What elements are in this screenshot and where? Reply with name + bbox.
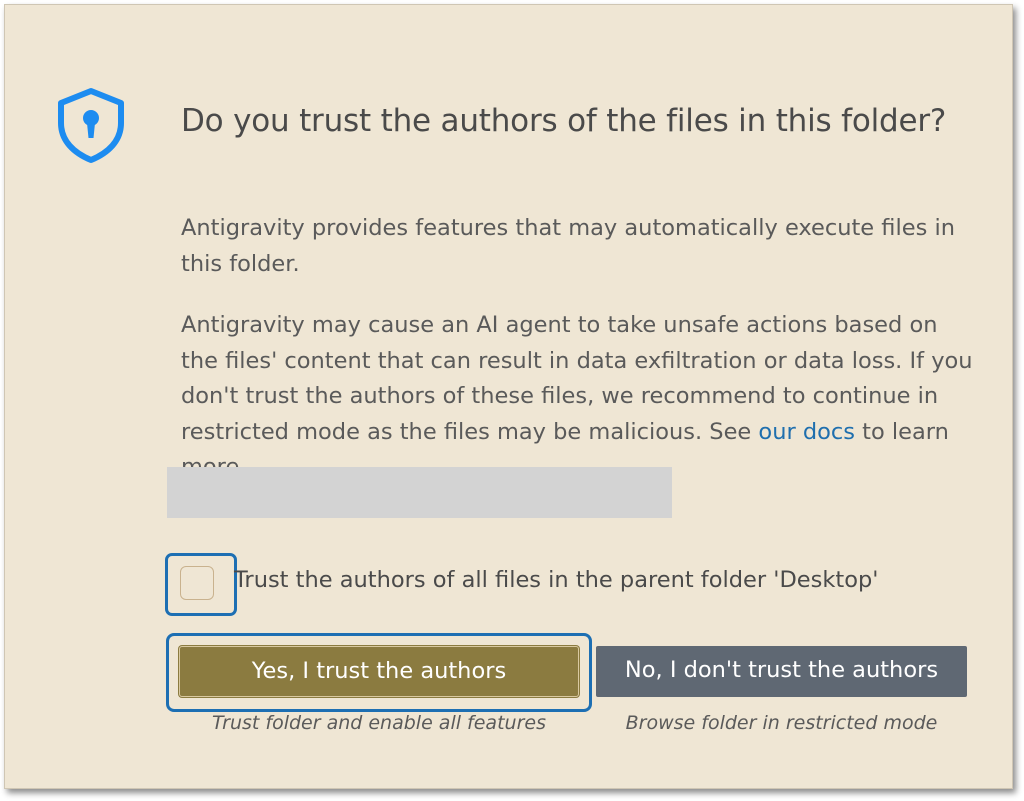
trust-dialog: Do you trust the authors of the files in… <box>4 4 1013 789</box>
trust-button-hint: Trust folder and enable all features <box>212 712 546 734</box>
trust-parent-checkbox[interactable] <box>180 566 214 600</box>
restricted-button-hint: Browse folder in restricted mode <box>625 712 938 734</box>
trust-parent-label[interactable]: Trust the authors of all files in the pa… <box>234 567 878 593</box>
restricted-mode-button[interactable]: No, I don't trust the authors <box>596 646 967 697</box>
feature-description: Antigravity provides features that may a… <box>181 215 955 277</box>
shield-lock-icon <box>51 85 131 165</box>
docs-link[interactable]: our docs <box>758 419 855 445</box>
trust-authors-button[interactable]: Yes, I trust the authors <box>179 646 579 697</box>
redacted-region <box>167 467 672 518</box>
risk-description: Antigravity may cause an AI agent to tak… <box>181 308 981 486</box>
dialog-title: Do you trust the authors of the files in… <box>181 103 947 139</box>
